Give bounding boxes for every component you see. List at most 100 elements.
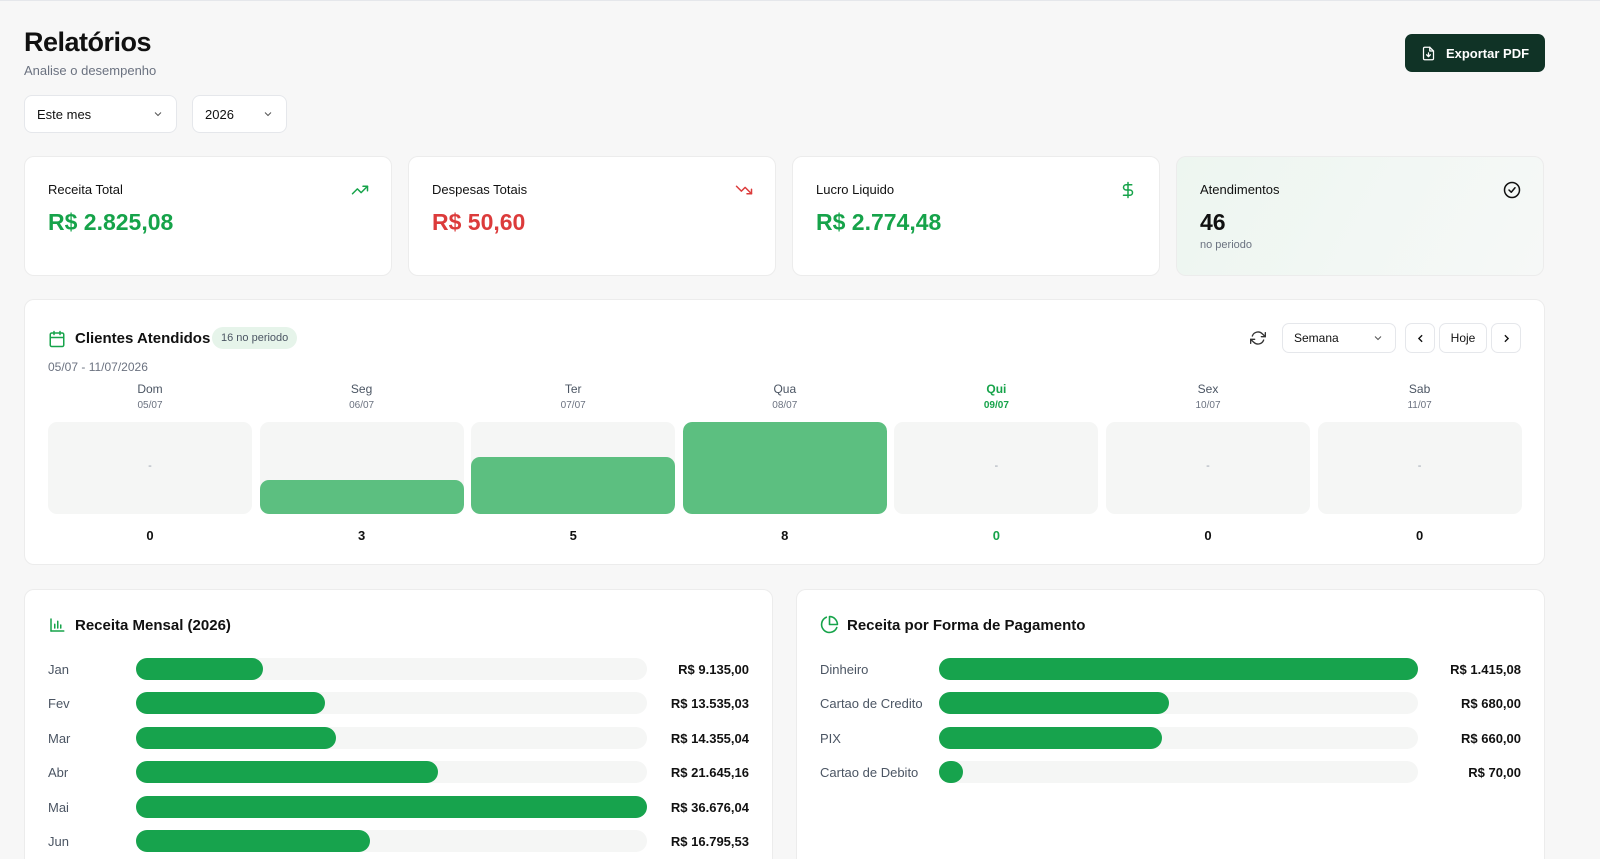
stat-value: R$ 2.774,48 [816,209,942,235]
bar-fill [136,830,370,852]
trending-up-icon [351,185,369,195]
bar-fill [136,761,438,784]
bar-track [939,692,1418,715]
stat-value: R$ 50,60 [432,209,526,235]
day-bar [259,479,464,514]
day-count: 3 [357,528,366,543]
day-bar-track[interactable]: - [1317,422,1522,514]
day-bar [471,456,676,514]
monthly-revenue-card: Receita Mensal (2026) Jan R$ 9.135,00 Fev R… [24,589,773,859]
row-value: R$ 680,00 [1461,696,1521,712]
chevron-down-icon [1374,336,1382,341]
day-bar-track[interactable] [471,422,676,514]
day-bar-track[interactable]: - [894,422,1099,514]
pie-chart-icon [820,615,839,634]
bar-track [136,726,647,749]
file-download-icon [1422,46,1435,60]
chevron-right-icon [1503,334,1509,342]
row-label: Cartao de Credito [820,696,923,712]
day-column: Sab 11/07 - 0 [1317,382,1522,543]
day-count: 8 [781,528,789,543]
chevron-down-icon [154,112,162,117]
refresh-icon[interactable] [1250,330,1266,346]
day-name: Sab [1408,382,1431,396]
day-bar-track[interactable] [259,422,464,514]
stat-card-profit: Lucro Liquido R$ 2.774,48 [792,156,1160,276]
stat-value: R$ 2.825,08 [48,209,174,235]
clients-title: Clientes Atendidos [75,330,211,347]
row-value: R$ 16.795,53 [670,834,749,849]
period-select-value: Este mes [37,106,92,122]
prev-week-button[interactable] [1405,323,1435,353]
day-bar-track[interactable] [682,422,887,514]
day-bar-track[interactable]: - [48,422,252,514]
monthly-title: Receita Mensal (2026) [75,617,231,634]
day-empty-marker: - [994,460,999,472]
page-title: Relatórios [24,27,152,57]
day-bar [682,422,887,514]
day-count: 0 [1204,528,1212,543]
view-select-value: Semana [1294,331,1339,345]
period-select[interactable]: Este mes [24,95,177,133]
bar-track [939,726,1418,749]
bar-fill [136,692,325,715]
stat-sub: no periodo [1200,239,1252,251]
bar-fill [136,658,264,680]
day-date: 10/07 [1195,400,1221,411]
stat-label: Despesas Totais [432,182,528,197]
year-select[interactable]: 2026 [192,95,287,133]
stat-value: 46 [1200,209,1226,235]
row-value: R$ 1.415,08 [1450,662,1521,677]
bar-fill [136,795,647,818]
day-date: 09/07 [983,400,1009,411]
year-select-value: 2026 [205,106,234,122]
bar-chart-icon [50,618,65,632]
day-name: Dom [137,382,163,396]
day-bar-track[interactable]: - [1106,422,1310,514]
day-count: 0 [146,528,154,543]
next-week-button[interactable] [1491,323,1521,353]
bar-track [136,795,647,818]
day-name: Ter [564,382,582,396]
row-value: R$ 36.676,04 [670,799,749,815]
bar-track [939,761,1418,784]
day-count: 0 [992,528,1000,543]
day-column: Dom 05/07 - 0 [48,382,252,543]
row-label: Dinheiro [820,662,869,677]
stat-card-appointments: Atendimentos 46 no periodo [1176,156,1544,276]
day-name: Seg [350,382,373,396]
row-label: Abr [48,765,69,781]
day-count: 0 [1415,528,1424,543]
row-label: Fev [48,696,70,712]
today-button[interactable]: Hoje [1439,323,1487,353]
payment-revenue-card: Receita por Forma de Pagamento Dinheiro R… [796,589,1545,859]
payment-title: Receita por Forma de Pagamento [847,617,1086,634]
day-name: Qua [773,382,797,396]
row-value: R$ 9.135,00 [678,662,749,677]
row-value: R$ 13.535,03 [670,696,749,712]
clients-card: Clientes Atendidos 16 no periodo 05/07 -… [24,299,1545,565]
bar-fill [136,726,336,749]
day-column: Sex 10/07 - 0 [1106,382,1310,543]
chevron-down-icon [264,112,272,117]
row-label: Mar [48,730,71,746]
date-range: 05/07 - 11/07/2026 [48,360,148,374]
row-label: PIX [820,730,841,746]
day-name: Sex [1197,382,1219,396]
dollar-icon [1122,181,1134,199]
export-pdf-label: Exportar PDF [1445,45,1530,61]
bar-track [136,692,647,715]
row-value: R$ 21.645,16 [670,765,749,781]
bar-fill [939,658,1418,680]
view-select[interactable]: Semana [1282,323,1396,353]
bar-track [136,761,647,784]
day-column: Qua 08/07 8 [682,382,887,543]
day-date: 08/07 [772,400,798,411]
day-date: 05/07 [137,400,163,411]
day-date: 07/07 [560,400,586,411]
day-count: 5 [569,528,577,543]
day-column: Qui 09/07 - 0 [894,382,1099,543]
chevron-left-icon [1417,334,1423,342]
export-pdf-button[interactable]: Exportar PDF [1405,34,1545,72]
day-column: Ter 07/07 5 [471,382,676,543]
